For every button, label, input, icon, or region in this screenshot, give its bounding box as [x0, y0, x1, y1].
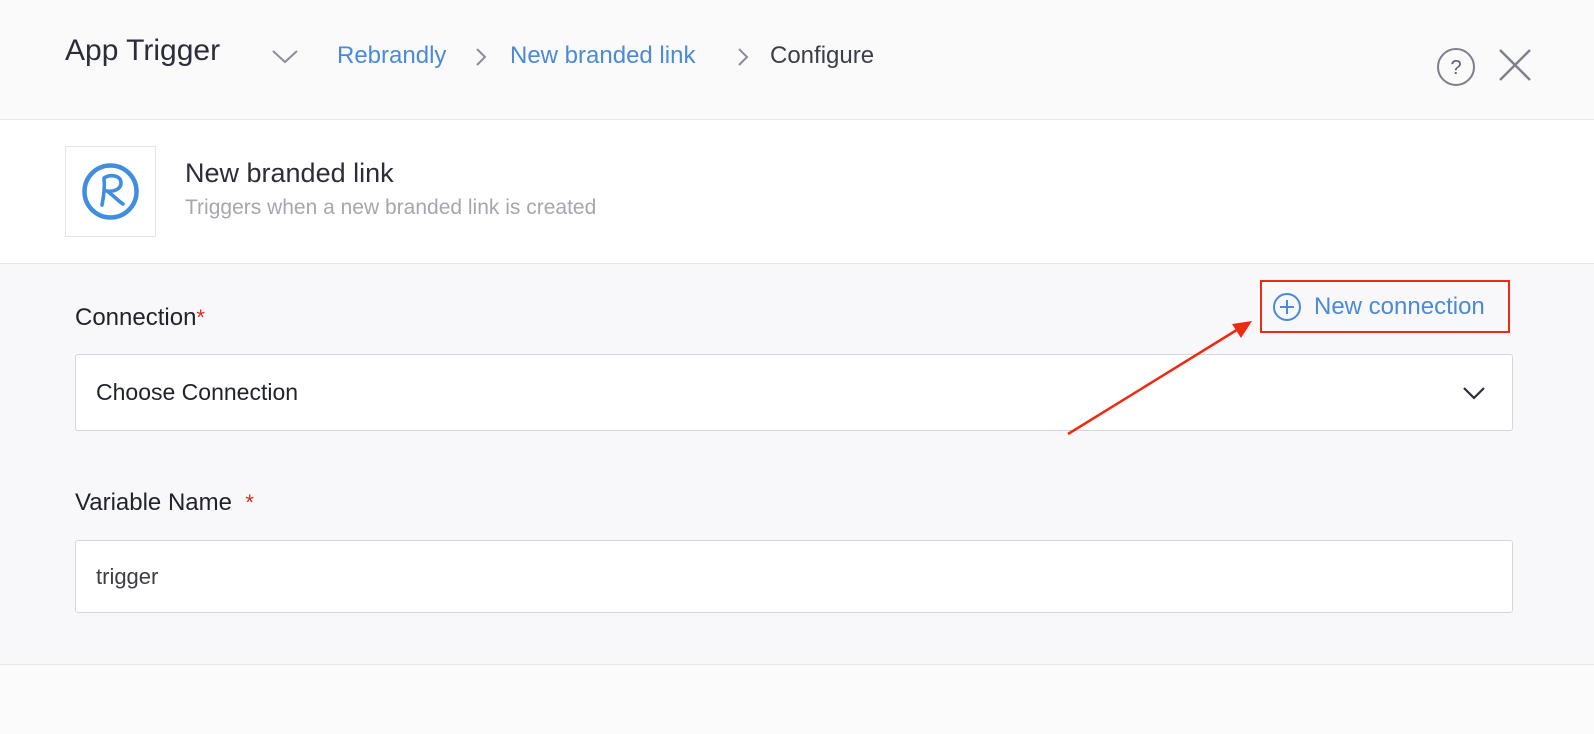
trigger-description: Triggers when a new branded link is crea… [185, 196, 597, 219]
variable-name-input[interactable] [75, 540, 1513, 613]
trigger-card: New branded link Triggers when a new bra… [0, 120, 1594, 264]
new-connection-button[interactable]: New connection [1260, 280, 1510, 333]
connection-select[interactable]: Choose Connection [75, 354, 1513, 431]
chevron-right-icon [476, 48, 487, 66]
chevron-right-icon [738, 48, 749, 66]
question-circle-icon[interactable]: ? [1436, 47, 1476, 87]
page-title: App Trigger [65, 34, 221, 67]
plus-circle-icon [1273, 292, 1301, 321]
new-connection-label: New connection [1314, 292, 1485, 320]
app-trigger-config-page: App Trigger Rebrandly New branded link C… [0, 0, 1594, 734]
close-icon[interactable] [1496, 46, 1534, 84]
connection-label-text: Connection [75, 304, 197, 331]
configure-form: Connection* New connection Choose Connec… [0, 264, 1594, 665]
required-mark: * [196, 305, 205, 330]
trigger-name: New branded link [185, 158, 394, 188]
breadcrumb-rebrandly[interactable]: Rebrandly [337, 42, 446, 70]
required-mark: * [245, 490, 254, 515]
svg-text:?: ? [1450, 57, 1461, 79]
variable-name-label: Variable Name * [75, 489, 254, 517]
chevron-down-icon[interactable] [270, 42, 300, 72]
connection-label: Connection* [75, 304, 205, 332]
breadcrumb-configure: Configure [770, 42, 875, 69]
connection-select-value: Choose Connection [96, 379, 299, 405]
chevron-down-icon [1463, 387, 1485, 400]
footer-area [0, 665, 1594, 734]
header: App Trigger Rebrandly New branded link C… [0, 0, 1594, 120]
app-logo [65, 146, 156, 237]
breadcrumb-new-branded-link[interactable]: New branded link [510, 42, 695, 70]
variable-name-label-text: Variable Name [75, 489, 232, 516]
rebrandly-logo-icon [82, 163, 139, 220]
